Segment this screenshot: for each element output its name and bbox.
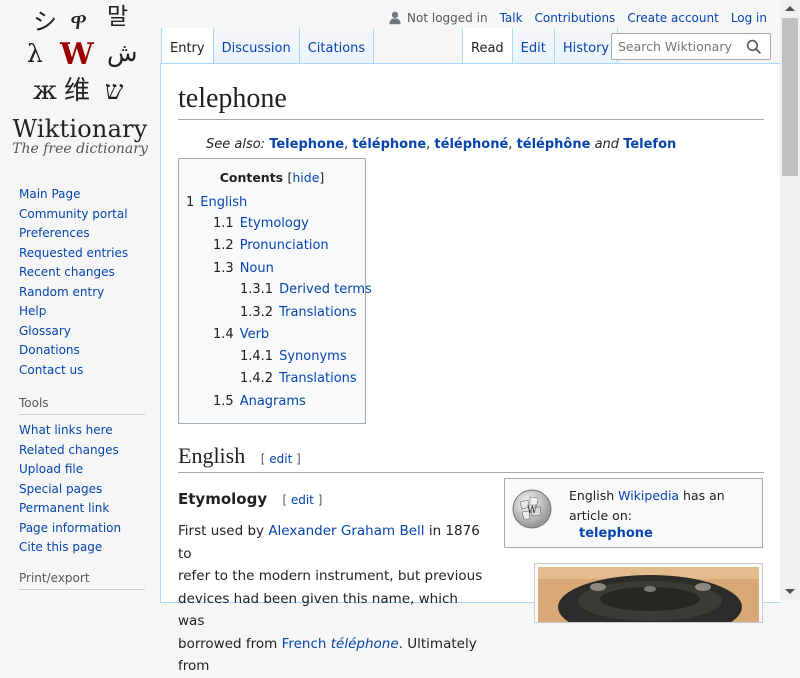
see-also-link[interactable]: téléphone — [352, 137, 426, 152]
nav-tools: Tools What links here Related changes Up… — [19, 396, 149, 558]
nav-link-random-entry[interactable]: Random entry — [19, 285, 104, 299]
etymology-text: First used by Alexander Graham Bell in 1… — [178, 523, 483, 674]
telephone-illustration — [538, 567, 759, 622]
logo-glyph: 维 — [64, 76, 91, 106]
see-also-link[interactable]: téléphône — [517, 137, 591, 152]
logo-glyph: W — [60, 37, 94, 72]
scrollbar-thumb[interactable] — [782, 18, 798, 176]
toc-item[interactable]: 1.3.1 Derived terms — [240, 282, 372, 297]
toc-item[interactable]: 1.4.2 Translations — [240, 371, 357, 386]
contributions-link[interactable]: Contributions — [535, 11, 616, 25]
toc-item[interactable]: 1.3.2 Translations — [240, 305, 357, 320]
view-tabs: Read Edit History — [462, 27, 619, 64]
wikipedia-globe-icon: W — [512, 489, 552, 529]
logo-tagline: The free dictionary — [12, 141, 148, 157]
tab-read[interactable]: Read — [462, 28, 512, 64]
logo-glyph: ዋ — [70, 6, 88, 35]
not-logged-in-text: Not logged in — [407, 11, 488, 25]
nav-link-special-pages[interactable]: Special pages — [19, 482, 102, 496]
telephone-image — [538, 567, 759, 622]
toc-item[interactable]: 1 English — [186, 195, 247, 210]
search-box — [611, 33, 771, 60]
telephone-image-thumb[interactable] — [534, 563, 763, 623]
nav-tools-heading[interactable]: Tools — [19, 396, 145, 415]
see-also-link[interactable]: Telefon — [623, 137, 676, 152]
toc-item[interactable]: 1.2 Pronunciation — [213, 238, 329, 253]
nav-main: Main Page Community portal Preferences R… — [19, 185, 149, 380]
nav-link-requested-entries[interactable]: Requested entries — [19, 246, 128, 260]
toc-item[interactable]: 1.4.1 Synonyms — [240, 349, 347, 364]
scroll-down-arrow-icon[interactable] — [785, 589, 795, 594]
toc-item[interactable]: 1.4 Verb — [213, 327, 269, 342]
nav-link-recent-changes[interactable]: Recent changes — [19, 265, 115, 279]
table-of-contents: Contents [hide] 1 English 1.1 Etymology 1.… — [178, 158, 372, 424]
personal-tools: Not logged in Talk Contributions Create … — [388, 8, 767, 28]
tab-entry[interactable]: Entry — [161, 28, 213, 64]
edit-section-link[interactable]: edit — [291, 493, 314, 507]
logo-glyph: ش — [107, 38, 138, 67]
talk-link[interactable]: Talk — [500, 11, 523, 25]
see-also-link[interactable]: Telephone — [269, 137, 344, 152]
create-account-link[interactable]: Create account — [627, 11, 719, 25]
wiktionary-logo[interactable]: シ ዋ 말 λ W ش ж 维 ש Wiktionary The free di… — [0, 0, 160, 170]
toc-title: Contents [hide] — [219, 170, 325, 185]
logo-wordmark: Wiktionary — [12, 115, 148, 143]
content-area: telephone See also: Telephone, téléphone… — [160, 63, 780, 674]
nav-link-upload-file[interactable]: Upload file — [19, 462, 83, 476]
nav-link-community-portal[interactable]: Community portal — [19, 207, 128, 221]
logo-glyph: 말 — [107, 4, 129, 30]
search-icon[interactable] — [746, 39, 762, 55]
see-also-label: See also: — [206, 137, 266, 152]
namespace-tabs: Entry Discussion Citations — [161, 27, 375, 64]
see-also: See also: Telephone, téléphone, téléphon… — [206, 137, 677, 152]
french-link[interactable]: French — [282, 636, 327, 652]
nav-link-cite-this-page[interactable]: Cite this page — [19, 540, 102, 554]
see-also-link[interactable]: téléphoné — [434, 137, 508, 152]
logo-glyph: λ — [27, 39, 43, 68]
nav-link-related-changes[interactable]: Related changes — [19, 443, 119, 457]
svg-text:W: W — [527, 505, 538, 516]
toc-hide-toggle[interactable]: hide — [292, 170, 319, 185]
telephone-french-link[interactable]: téléphone — [331, 636, 399, 652]
nav-link-preferences[interactable]: Preferences — [19, 226, 90, 240]
logo-glyph: ж — [33, 76, 57, 106]
wikipedia-box: W English Wikipedia has an article on: t… — [504, 478, 763, 548]
nav-print-heading[interactable]: Print/export — [19, 571, 145, 590]
scroll-up-arrow-icon[interactable] — [785, 6, 795, 11]
nav-link-contact-us[interactable]: Contact us — [19, 363, 83, 377]
nav-link-page-information[interactable]: Page information — [19, 521, 121, 535]
log-in-link[interactable]: Log in — [731, 11, 767, 25]
toc-item[interactable]: 1.5 Anagrams — [213, 394, 306, 409]
nav-link-donations[interactable]: Donations — [19, 343, 80, 357]
toc-item[interactable]: 1.1 Etymology — [213, 216, 309, 231]
nav-link-help[interactable]: Help — [19, 304, 46, 318]
tab-history[interactable]: History — [553, 28, 619, 64]
nav-link-permanent-link[interactable]: Permanent link — [19, 501, 109, 515]
wikipedia-link[interactable]: Wikipedia — [618, 488, 679, 503]
page-scrollbar[interactable] — [780, 0, 800, 600]
logo-glyph: ש — [105, 76, 124, 106]
logo-glyph: シ — [33, 8, 57, 36]
section-heading-etymology: Etymology [ edit ] — [178, 490, 323, 508]
section-heading-english: English [ edit ] — [178, 441, 764, 473]
nav-print-export: Print/export — [19, 571, 149, 596]
see-also-and: and — [594, 137, 620, 152]
user-icon — [389, 11, 401, 25]
nav-link-main-page[interactable]: Main Page — [19, 187, 81, 201]
alexander-graham-bell-link[interactable]: Alexander Graham Bell — [268, 523, 424, 539]
wikipedia-article-link[interactable]: telephone — [579, 526, 653, 541]
edit-section-link[interactable]: edit — [269, 452, 292, 466]
page-title: telephone — [178, 82, 764, 120]
nav-link-what-links-here[interactable]: What links here — [19, 423, 113, 437]
tab-edit[interactable]: Edit — [511, 28, 554, 64]
tab-discussion[interactable]: Discussion — [212, 28, 299, 64]
tab-citations[interactable]: Citations — [298, 28, 375, 64]
toc-item[interactable]: 1.3 Noun — [213, 261, 274, 276]
wikipedia-box-text: English Wikipedia has an article on: — [569, 488, 725, 523]
nav-link-glossary[interactable]: Glossary — [19, 324, 71, 338]
search-input[interactable] — [612, 38, 742, 55]
